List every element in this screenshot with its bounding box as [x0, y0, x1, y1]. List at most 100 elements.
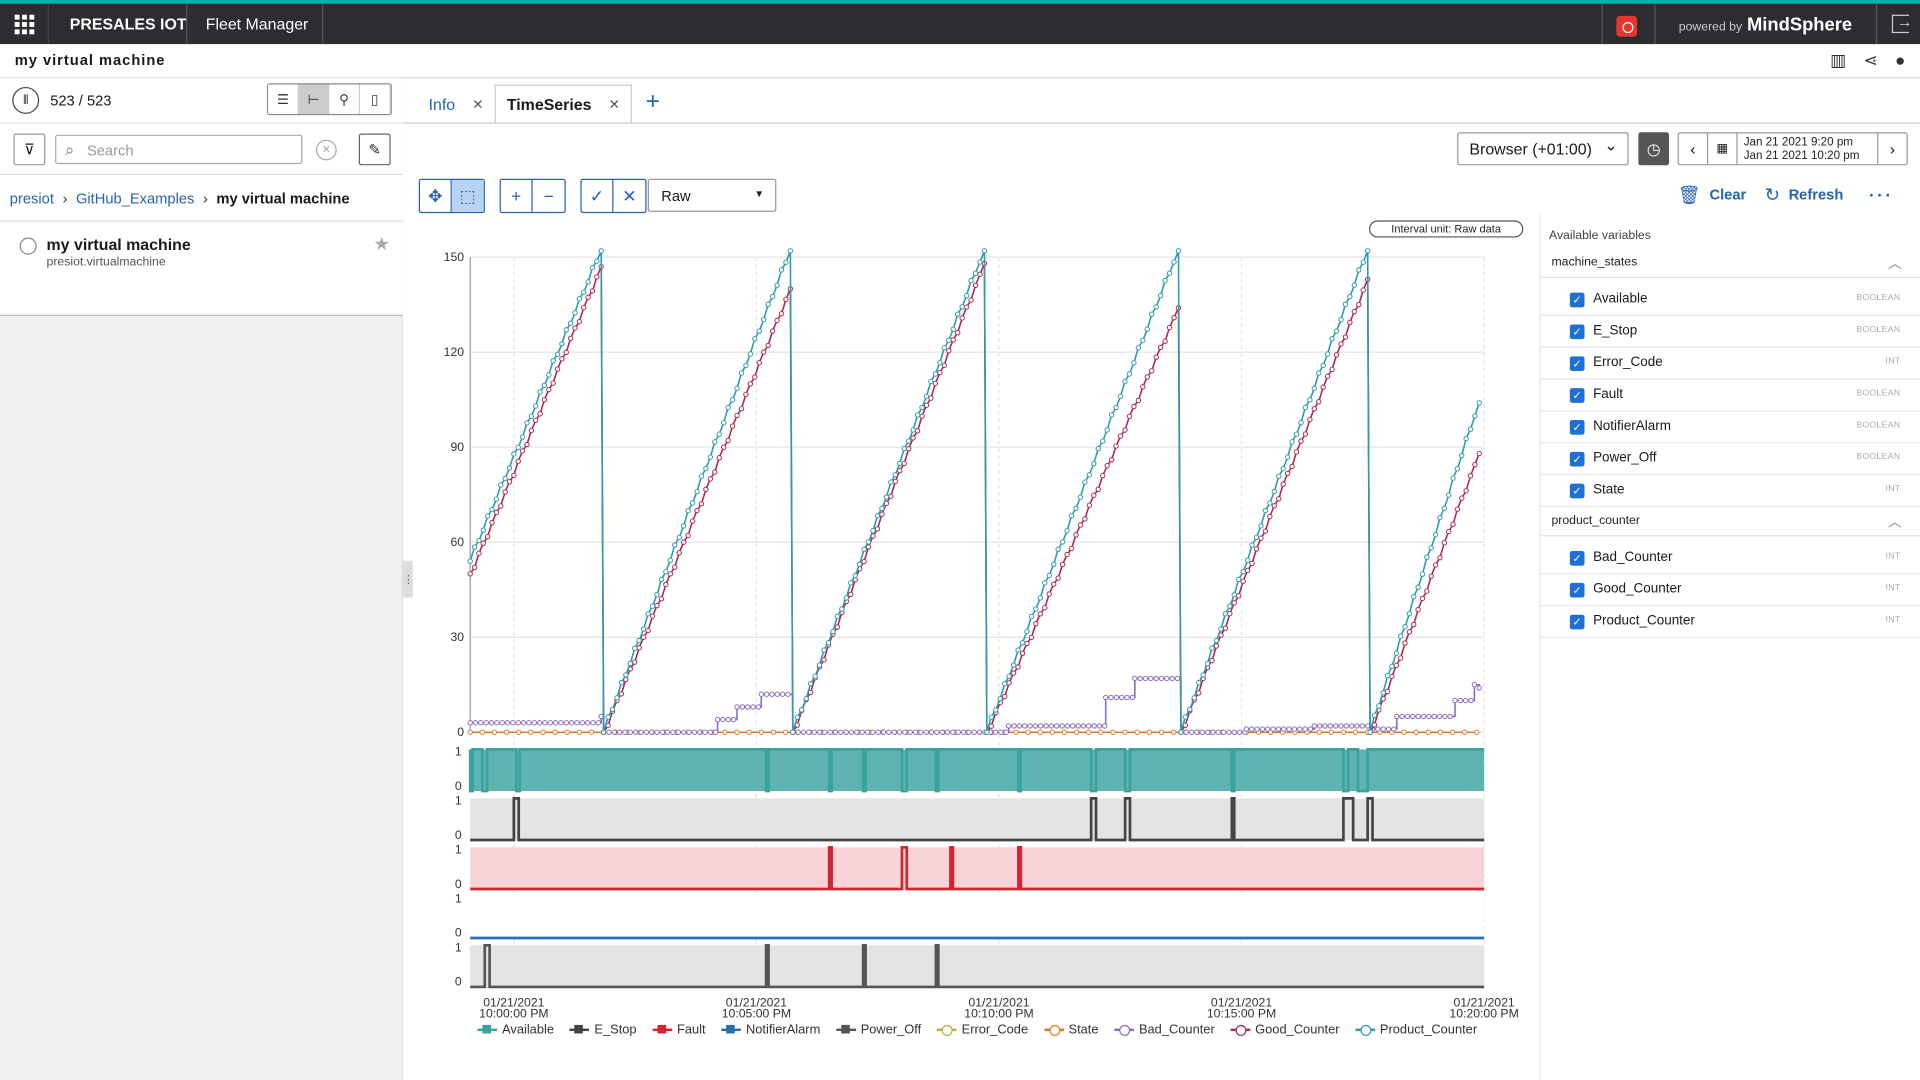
refresh-button[interactable]: Refresh	[1789, 186, 1844, 203]
checkbox[interactable]: ✓	[1569, 551, 1585, 566]
product-counter-point	[546, 372, 552, 378]
good-counter-point	[649, 613, 656, 619]
map-pin-icon[interactable]: ⚲	[329, 84, 361, 114]
y-tick-label: 150	[444, 250, 465, 264]
legend-item-error_code[interactable]: Error_Code	[937, 1022, 1028, 1037]
good-counter-point	[1024, 640, 1030, 647]
split-view-icon[interactable]: ▥	[1830, 50, 1846, 71]
aggregation-select[interactable]: Raw	[647, 178, 777, 212]
legend-item-product_counter[interactable]: Product_Counter	[1355, 1022, 1477, 1037]
filter-button[interactable]: ⊽	[13, 133, 46, 166]
variable-row-bad_counter[interactable]: ✓ Bad_Counter INT	[1540, 542, 1920, 575]
product-counter-point	[1046, 572, 1052, 579]
legend-item-available[interactable]: Available	[477, 1022, 554, 1037]
timezone-select[interactable]: Browser (+01:00)	[1457, 132, 1629, 166]
checkbox[interactable]: ✓	[1569, 420, 1585, 435]
checkbox[interactable]: ✓	[1569, 582, 1585, 598]
checkbox[interactable]: ✓	[1569, 483, 1585, 499]
checkbox[interactable]: ✓	[1569, 614, 1585, 630]
trash-icon[interactable]: 🗑	[1678, 184, 1701, 206]
pan-icon[interactable]: ✥	[420, 180, 452, 212]
clear-search-icon[interactable]: ✕	[315, 139, 337, 161]
share-icon[interactable]: ⋖	[1863, 50, 1877, 71]
legend-item-state[interactable]: State	[1044, 1022, 1099, 1037]
box-zoom-icon[interactable]: ⬚	[451, 180, 484, 212]
checkbox[interactable]: ✓	[1569, 451, 1585, 467]
pin-button[interactable]: ✎	[358, 133, 391, 166]
checkbox[interactable]: ✓	[1569, 292, 1585, 308]
y-tick-label: 1	[455, 745, 462, 759]
product-counter-line	[469, 250, 1480, 733]
calendar-icon[interactable]: ▦	[1708, 133, 1738, 165]
variable-row-e_stop[interactable]: ✓ E_Stop BOOLEAN	[1540, 316, 1920, 348]
variable-group-machine_states[interactable]: machine_states ︿	[1540, 249, 1920, 278]
list-view-icon[interactable]: ☰	[268, 84, 299, 114]
product-counter-point	[1140, 337, 1146, 344]
good-counter-point	[1117, 433, 1124, 439]
clock-icon[interactable]: ◷	[1638, 132, 1669, 166]
tree-view-icon[interactable]: ⊢	[298, 84, 330, 114]
variable-row-power_off[interactable]: ✓ Power_Off BOOLEAN	[1540, 443, 1920, 476]
zoom-out-icon[interactable]: −	[533, 180, 565, 212]
next-range-icon[interactable]: ›	[1877, 133, 1906, 165]
tab-info[interactable]: Info ✕	[418, 84, 495, 123]
product-counter-point	[856, 561, 863, 568]
zoom-in-icon[interactable]: +	[501, 180, 533, 212]
close-icon[interactable]: ✕	[609, 96, 620, 112]
good-counter-point	[1360, 287, 1366, 293]
refresh-icon[interactable]: ↻	[1765, 184, 1780, 206]
asset-list-item[interactable]: my virtual machine presiot.virtualmachin…	[0, 220, 403, 316]
record-icon[interactable]	[1616, 15, 1638, 37]
legend-item-fault[interactable]: Fault	[652, 1022, 706, 1037]
select-all-icon[interactable]: ✓	[582, 180, 614, 212]
product-counter-point	[1086, 472, 1093, 478]
legend-item-e_stop[interactable]: E_Stop	[569, 1022, 637, 1037]
add-tab-icon[interactable]: +	[646, 88, 660, 124]
deselect-all-icon[interactable]: ✕	[613, 180, 645, 212]
more-options-icon[interactable]: ···	[1869, 185, 1893, 205]
sidebar-resize-handle[interactable]: ⋮	[402, 560, 414, 598]
time-range-picker[interactable]: ‹ ▦ Jan 21 2021 9:20 pm Jan 21 2021 10:20…	[1677, 132, 1908, 166]
user-icon[interactable]: ●	[1895, 50, 1905, 71]
checkbox[interactable]: ✓	[1569, 388, 1585, 403]
variable-row-product_counter[interactable]: ✓ Product_Counter INT	[1540, 606, 1920, 638]
good-counter-point	[1033, 620, 1039, 627]
close-icon[interactable]: ✕	[472, 96, 483, 112]
variable-row-available[interactable]: ✓ Available BOOLEAN	[1540, 284, 1920, 316]
legend-item-power_off[interactable]: Power_Off	[836, 1022, 921, 1037]
previous-range-icon[interactable]: ‹	[1679, 133, 1709, 165]
tab-timeseries[interactable]: TimeSeries ✕	[494, 84, 633, 124]
legend-item-notifieralarm[interactable]: NotifierAlarm	[721, 1022, 820, 1037]
app-launcher-icon[interactable]	[0, 3, 49, 45]
breadcrumb-presiot[interactable]: presiot	[10, 190, 54, 207]
collapse-icon[interactable]: ︿	[1888, 253, 1901, 273]
logout-icon[interactable]	[1891, 12, 1913, 34]
collapse-icon[interactable]: ︿	[1888, 512, 1901, 532]
legend-item-bad_counter[interactable]: Bad_Counter	[1114, 1022, 1215, 1037]
checkbox[interactable]: ✓	[1569, 356, 1585, 372]
variable-row-error_code[interactable]: ✓ Error_Code INT	[1540, 348, 1920, 380]
timeseries-chart[interactable]: 030609012015001/21/202110:00:00 PM01/21/…	[416, 245, 1530, 1053]
variable-row-good_counter[interactable]: ✓ Good_Counter INT	[1540, 574, 1920, 607]
good-counter-point	[879, 511, 885, 517]
variable-group-product_counter[interactable]: product_counter ︿	[1540, 507, 1920, 537]
search-input[interactable]: Search	[55, 134, 303, 165]
variable-type: BOOLEAN	[1856, 421, 1901, 430]
state-point	[552, 729, 558, 735]
bad-counter-point	[1420, 713, 1427, 720]
variable-row-state[interactable]: ✓ State INT	[1540, 475, 1920, 507]
checkbox[interactable]: ✓	[1569, 324, 1585, 340]
variable-row-fault[interactable]: ✓ Fault BOOLEAN	[1540, 380, 1920, 412]
good-counter-point	[515, 458, 521, 464]
map-view-icon[interactable]: ▯	[360, 84, 391, 114]
variable-row-notifieralarm[interactable]: ✓ NotifierAlarm BOOLEAN	[1540, 411, 1920, 444]
favorite-star-icon[interactable]: ★	[373, 233, 389, 255]
good-counter-point	[923, 402, 930, 408]
breadcrumb-github-examples[interactable]: GitHub_Examples	[76, 190, 194, 207]
product-counter-point	[515, 444, 521, 451]
good-counter-point	[1329, 366, 1335, 373]
good-counter-point	[467, 571, 473, 577]
app-name[interactable]: Fleet Manager	[206, 15, 309, 33]
legend-item-good_counter[interactable]: Good_Counter	[1230, 1022, 1340, 1037]
clear-button[interactable]: Clear	[1709, 186, 1746, 203]
